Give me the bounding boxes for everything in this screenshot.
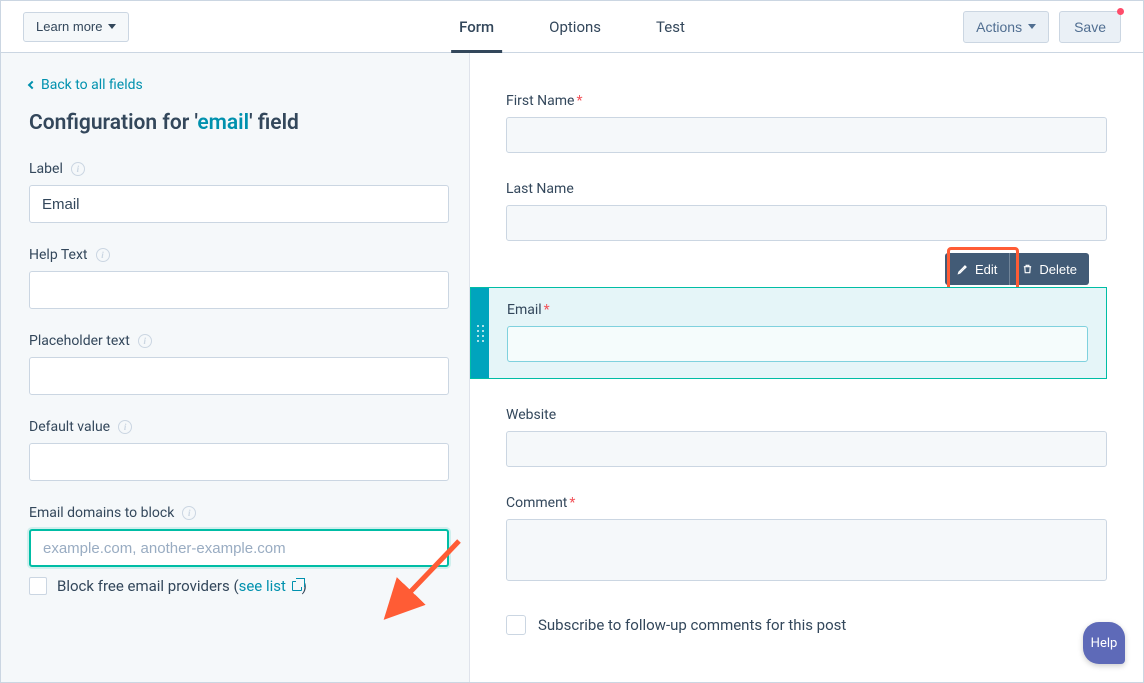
top-bar: Learn more Form Options Test Actions Sav… xyxy=(1,1,1143,53)
first-name-label: First Name* xyxy=(506,93,1107,109)
comment-label: Comment* xyxy=(506,495,1107,511)
default-value-heading: Default value xyxy=(29,419,110,435)
label-input[interactable] xyxy=(29,185,449,223)
preview-first-name: First Name* xyxy=(506,93,1107,153)
group-default-value: Default value i xyxy=(29,419,441,481)
back-link-label: Back to all fields xyxy=(41,77,143,93)
drag-handle[interactable] xyxy=(471,288,489,378)
email-domains-input[interactable] xyxy=(29,529,449,567)
tab-test[interactable]: Test xyxy=(656,1,685,52)
info-icon[interactable]: i xyxy=(138,334,152,348)
subscribe-checkbox[interactable] xyxy=(506,615,526,635)
info-icon[interactable]: i xyxy=(71,162,85,176)
preview-comment: Comment* xyxy=(506,495,1107,585)
block-free-providers-checkbox[interactable] xyxy=(29,577,47,595)
placeholder-heading: Placeholder text xyxy=(29,333,130,349)
website-input[interactable] xyxy=(506,431,1107,467)
required-asterisk: * xyxy=(569,495,575,511)
info-icon[interactable]: i xyxy=(182,506,196,520)
email-label: Email* xyxy=(507,302,1088,318)
group-help-text: Help Text i xyxy=(29,247,441,309)
subscribe-label: Subscribe to follow-up comments for this… xyxy=(538,616,846,634)
see-list-link[interactable]: see list xyxy=(239,577,302,595)
form-preview-panel: First Name* Last Name Edit Delete xyxy=(470,53,1143,682)
block-free-label: Block free email providers (see list ) xyxy=(57,577,307,595)
last-name-input[interactable] xyxy=(506,205,1107,241)
config-field-name: email xyxy=(197,111,249,135)
help-text-input[interactable] xyxy=(29,271,449,309)
subscribe-row: Subscribe to follow-up comments for this… xyxy=(506,615,1107,635)
left-config-panel: Back to all fields Configuration for 'em… xyxy=(1,53,470,682)
drag-dots-icon xyxy=(477,325,484,342)
comment-input[interactable] xyxy=(506,519,1107,581)
external-link-icon xyxy=(292,581,302,591)
preview-email-selected: Edit Delete Email* xyxy=(470,287,1107,379)
help-label: Help xyxy=(1091,636,1118,651)
tab-options[interactable]: Options xyxy=(549,1,601,52)
group-placeholder: Placeholder text i xyxy=(29,333,441,395)
info-icon[interactable]: i xyxy=(118,420,132,434)
unsaved-indicator-icon xyxy=(1117,8,1124,15)
help-button[interactable]: Help xyxy=(1083,622,1125,664)
email-domains-heading: Email domains to block xyxy=(29,505,174,521)
tabs: Form Options Test xyxy=(459,1,685,52)
block-free-providers-row: Block free email providers (see list ) xyxy=(29,577,441,595)
pencil-icon xyxy=(957,263,969,275)
edit-field-button[interactable]: Edit xyxy=(945,253,1009,285)
caret-down-icon xyxy=(1028,24,1036,29)
trash-icon xyxy=(1022,263,1033,275)
body: Back to all fields Configuration for 'em… xyxy=(1,53,1143,682)
learn-more-label: Learn more xyxy=(36,19,102,34)
label-heading: Label xyxy=(29,161,63,177)
required-asterisk: * xyxy=(576,93,582,109)
required-asterisk: * xyxy=(544,302,550,318)
default-value-input[interactable] xyxy=(29,443,449,481)
preview-website: Website xyxy=(506,407,1107,467)
group-email-domains: Email domains to block i xyxy=(29,505,441,567)
edit-label: Edit xyxy=(975,262,997,277)
first-name-input[interactable] xyxy=(506,117,1107,153)
save-label: Save xyxy=(1074,19,1106,35)
delete-label: Delete xyxy=(1039,262,1077,277)
tab-form[interactable]: Form xyxy=(459,1,494,52)
config-title: Configuration for 'email' field xyxy=(29,111,441,135)
email-input[interactable] xyxy=(507,326,1088,362)
top-right-actions: Actions Save xyxy=(963,11,1121,43)
caret-down-icon xyxy=(108,24,116,29)
chevron-left-icon xyxy=(28,81,36,89)
placeholder-input[interactable] xyxy=(29,357,449,395)
website-label: Website xyxy=(506,407,1107,423)
field-action-bar: Edit Delete xyxy=(945,253,1089,285)
preview-last-name: Last Name xyxy=(506,181,1107,241)
save-button[interactable]: Save xyxy=(1059,11,1121,43)
back-to-fields-link[interactable]: Back to all fields xyxy=(29,77,143,93)
learn-more-button[interactable]: Learn more xyxy=(23,12,129,42)
last-name-label: Last Name xyxy=(506,181,1107,197)
info-icon[interactable]: i xyxy=(96,248,110,262)
delete-field-button[interactable]: Delete xyxy=(1009,253,1089,285)
help-text-heading: Help Text xyxy=(29,247,88,263)
actions-label: Actions xyxy=(976,19,1022,35)
actions-button[interactable]: Actions xyxy=(963,11,1049,43)
group-label: Label i xyxy=(29,161,441,223)
